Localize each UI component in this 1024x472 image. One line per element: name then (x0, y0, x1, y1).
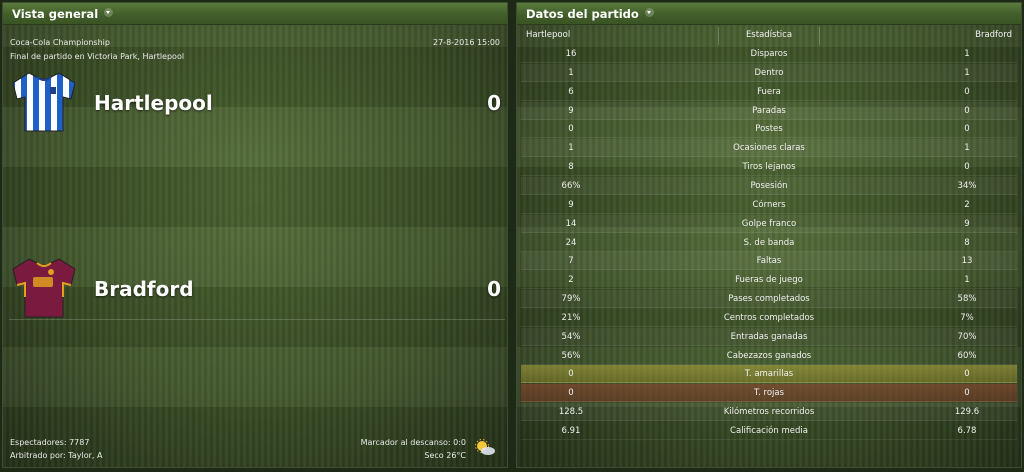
overview-title-text: Vista general (12, 7, 99, 21)
header-stat: Estadística (745, 30, 793, 40)
header-away-team[interactable]: Bradford (975, 30, 1012, 40)
stats-row: 79% Pases completados 58% (521, 290, 1017, 309)
away-team-score: 0 (487, 277, 501, 301)
away-shirt-icon[interactable] (9, 257, 79, 319)
stats-title: Datos del partido (526, 7, 654, 21)
stat-away-value: 2 (964, 199, 970, 210)
match-overview-panel: Vista general Coca-Cola Championship Fin… (2, 2, 508, 468)
stats-row: 0 T. rojas 0 (521, 384, 1017, 403)
stats-column-headers: Hartlepool Estadística Bradford (521, 27, 1017, 45)
stat-away-value: 7% (960, 312, 974, 323)
stats-row: 14 Golpe franco 9 (521, 214, 1017, 233)
match-stats-panel: Datos del partido Hartlepool Estadística… (516, 2, 1022, 468)
stats-row: 7 Faltas 13 (521, 252, 1017, 271)
attendance-info: Espectadores: 7787 (10, 438, 90, 447)
stats-row: 6.91 Calificación media 6.78 (521, 422, 1017, 440)
stats-row: 1 Ocasiones claras 1 (521, 139, 1017, 158)
home-shirt-icon[interactable] (9, 71, 79, 133)
stats-row: 54% Entradas ganadas 70% (521, 327, 1017, 346)
stat-away-value: 1 (964, 67, 970, 78)
stat-away-value: 0 (964, 162, 970, 173)
stat-away-value: 0 (964, 124, 970, 135)
referee-info[interactable]: Arbitrado por: Taylor, A (10, 451, 102, 460)
chevron-down-icon[interactable] (644, 8, 654, 17)
home-team-name[interactable]: Hartlepool (94, 91, 213, 115)
stats-row: 6 Fuera 0 (521, 83, 1017, 101)
stat-away-value: 0 (964, 105, 970, 116)
match-datetime: 27-8-2016 15:00 (433, 38, 500, 47)
away-team-row: Bradford 0 (9, 257, 505, 320)
stat-away-value: 58% (957, 294, 977, 305)
stats-row: 128.5 Kilómetros recorridos 129.6 (521, 403, 1017, 422)
stats-title-text: Datos del partido (526, 7, 639, 21)
stats-row: 8 Tiros lejanos 0 (521, 158, 1017, 177)
stats-header[interactable]: Datos del partido (517, 3, 1021, 25)
stats-row: 9 Paradas 0 (521, 101, 1017, 120)
stat-away-value: 34% (957, 180, 977, 191)
stats-row: 24 S. de banda 8 (521, 234, 1017, 252)
column-divider (819, 27, 820, 45)
overview-title: Vista general (12, 7, 114, 21)
stat-away-value: 8 (964, 237, 970, 248)
stat-away-value: 6.78 (957, 426, 977, 436)
stat-away-value: 129.6 (954, 407, 980, 418)
stats-row: 66% Posesión 34% (521, 176, 1017, 195)
stat-away-value: 13 (961, 256, 973, 267)
stat-away-value: 60% (957, 350, 977, 361)
sun-cloud-icon (475, 439, 495, 455)
stats-row: 56% Cabezazos ganados 60% (521, 347, 1017, 365)
competition-name[interactable]: Coca-Cola Championship (10, 38, 110, 47)
stat-away-value: 1 (964, 275, 970, 286)
stat-away-value: 70% (957, 331, 977, 342)
home-team-score: 0 (487, 91, 501, 115)
stat-away-value: 1 (964, 143, 970, 154)
stats-row: 0 Postes 0 (521, 120, 1017, 139)
stat-away-value: 0 (964, 388, 970, 399)
away-team-name[interactable]: Bradford (94, 277, 194, 301)
overview-header[interactable]: Vista general (3, 3, 507, 25)
stat-away-value: 1 (964, 49, 970, 59)
venue-info: Final de partido en Victoria Park, Hartl… (10, 52, 185, 61)
weather-info: Seco 26°C (424, 451, 466, 460)
halftime-score: Marcador al descanso: 0:0 (360, 438, 466, 447)
stats-row: 0 T. amarillas 0 (521, 365, 1017, 384)
stat-away-value: 0 (964, 369, 970, 380)
home-team-row: Hartlepool 0 (9, 71, 505, 133)
chevron-down-icon[interactable] (104, 8, 114, 17)
stats-row: 21% Centros completados 7% (521, 309, 1017, 327)
stats-row: 16 Disparos 1 (521, 45, 1017, 63)
stat-away-value: 9 (964, 218, 970, 229)
stats-row: 1 Dentro 1 (521, 63, 1017, 82)
stat-away-value: 0 (964, 86, 970, 97)
stats-row: 9 Córners 2 (521, 196, 1017, 214)
stats-row: 2 Fueras de juego 1 (521, 271, 1017, 290)
